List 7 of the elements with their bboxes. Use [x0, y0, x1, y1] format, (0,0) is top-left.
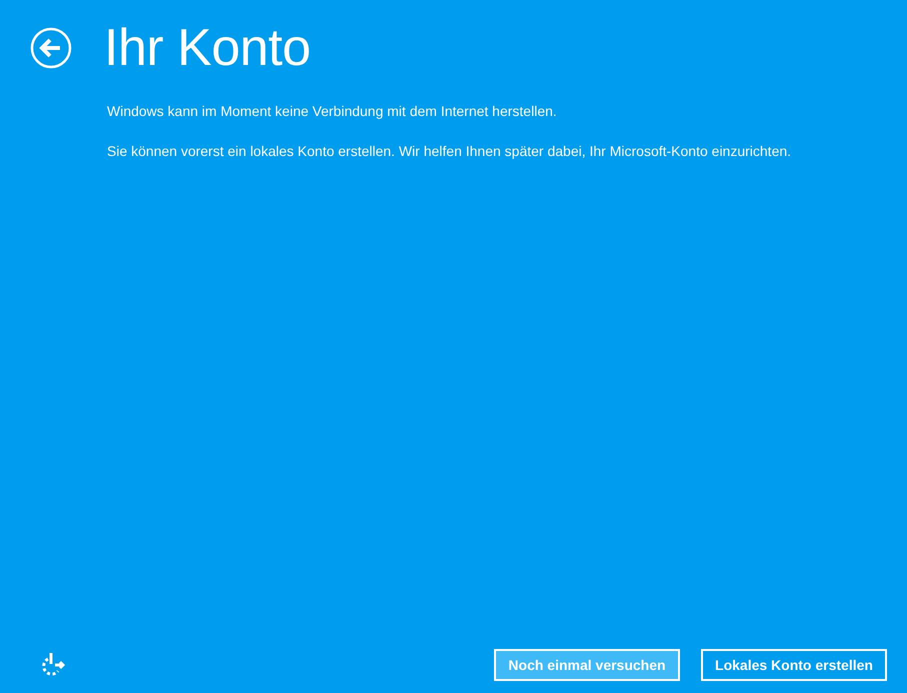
- action-button[interactable]: Lokales Konto erstellen: [701, 649, 887, 681]
- action-button[interactable]: Noch einmal versuchen: [494, 649, 680, 681]
- back-icon[interactable]: [30, 27, 72, 69]
- message-text: Sie können vorerst ein lokales Konto erstellen. Wir helfen Ihnen später dabei, Ihr Microsoft-Konto einzurichten.: [107, 143, 792, 160]
- page-title: Ihr Konto: [104, 23, 311, 73]
- accessibility-icon[interactable]: [39, 652, 65, 678]
- message-text: Windows kann im Moment keine Verbindung mit dem Internet herstellen.: [107, 103, 558, 120]
